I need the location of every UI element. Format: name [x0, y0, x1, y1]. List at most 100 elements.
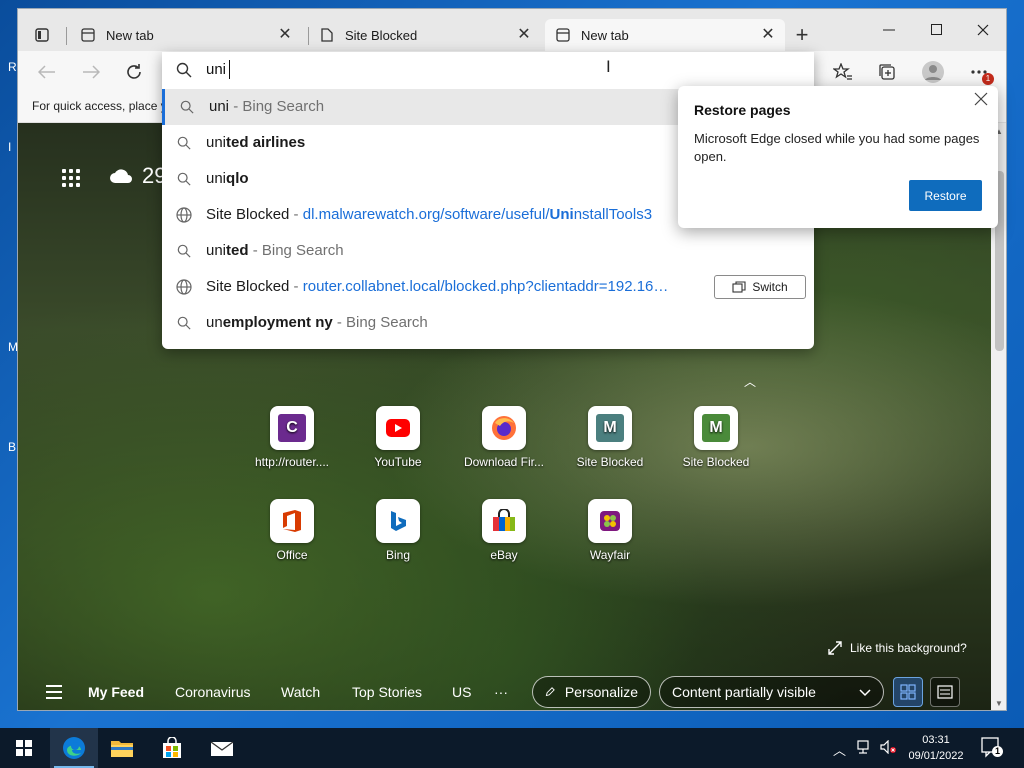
feed-tab-us[interactable]: US: [452, 684, 471, 700]
restore-button[interactable]: Restore: [909, 180, 982, 211]
taskbar-file-explorer[interactable]: [98, 728, 146, 768]
profile-button[interactable]: [918, 57, 948, 87]
show-hidden-icons-chevron-up-icon[interactable]: ︿: [833, 740, 846, 759]
new-tab-page-icon: [555, 27, 571, 43]
list-layout-button[interactable]: [930, 677, 960, 707]
tile-label: Wayfair: [589, 548, 631, 562]
grid-layout-button[interactable]: [893, 677, 923, 707]
close-tab-icon[interactable]: ✕: [276, 26, 294, 44]
quick-link-site-blocked-2[interactable]: M Site Blocked: [666, 406, 766, 469]
chevron-down-icon: [859, 689, 871, 697]
taskbar-clock[interactable]: 03:31 09/01/2022: [898, 732, 974, 764]
suggestion-site-blocked-router[interactable]: Site Blocked - router.collabnet.local/bl…: [162, 269, 814, 305]
suggestion-title: Site Blocked: [206, 206, 290, 223]
suggestion-separator: -: [289, 278, 303, 295]
apps-launcher-icon[interactable]: [62, 169, 80, 187]
minimize-button[interactable]: [866, 15, 912, 45]
personalize-button[interactable]: Personalize: [532, 676, 651, 708]
quick-link-wayfair[interactable]: Wayfair: [560, 499, 660, 562]
suggestion-text: uni: [209, 98, 230, 115]
volume-muted-icon[interactable]: [880, 739, 898, 757]
search-icon: [176, 243, 192, 259]
quick-link-office[interactable]: Office: [242, 499, 342, 562]
tab-new-tab-active[interactable]: New tab ✕: [545, 19, 785, 51]
quick-link-ebay[interactable]: eBay: [454, 499, 554, 562]
globe-icon: [176, 279, 192, 295]
feed-tab-coronavirus[interactable]: Coronavirus: [175, 684, 250, 700]
content-visibility-dropdown[interactable]: Content partially visible: [659, 676, 884, 708]
start-button[interactable]: [0, 728, 48, 768]
feed-navigation-bar: My Feed Coronavirus Watch Top Stories US…: [18, 670, 991, 710]
tab-site-blocked[interactable]: Site Blocked ✕: [309, 19, 541, 51]
notification-count: 1: [992, 746, 1003, 757]
restore-dialog-message: Microsoft Edge closed while you had some…: [694, 131, 980, 164]
quick-link-router[interactable]: C http://router....: [242, 406, 342, 469]
refresh-button[interactable]: [119, 57, 149, 87]
quick-link-youtube[interactable]: YouTube: [348, 406, 448, 469]
switch-to-tab-button[interactable]: Switch: [714, 275, 806, 299]
suggestion-unemployment-ny[interactable]: unemployment ny - Bing Search: [162, 305, 814, 341]
like-background-link[interactable]: Like this background?: [828, 641, 967, 655]
maximize-button[interactable]: [914, 15, 960, 45]
suggestion-united-bing-search[interactable]: united - Bing Search: [162, 233, 814, 269]
tab-label: New tab: [106, 27, 154, 43]
forward-button[interactable]: [76, 57, 106, 87]
search-icon: [176, 171, 192, 187]
desktop-icon-fragment[interactable]: R: [8, 60, 17, 74]
collapse-chevron-up-icon[interactable]: ︿: [744, 373, 756, 390]
tile-label: Bing: [385, 548, 411, 562]
tab-new-tab-1[interactable]: New tab ✕: [70, 19, 302, 51]
action-center-button[interactable]: 1: [980, 736, 1003, 761]
scroll-down-icon[interactable]: ▼: [995, 699, 1003, 708]
windows-taskbar: ︿ 03:31 09/01/2022 1: [0, 728, 1024, 768]
weather-widget[interactable]: 29: [108, 163, 166, 189]
close-tab-icon[interactable]: ✕: [515, 26, 533, 44]
youtube-icon: [376, 406, 420, 450]
forward-arrow-icon: [83, 65, 100, 79]
feed-tab-my-feed[interactable]: My Feed: [88, 684, 144, 700]
list-view-icon: [937, 685, 953, 699]
folder-icon: [111, 741, 133, 757]
favorites-button[interactable]: [828, 57, 858, 87]
tile-label: Site Blocked: [682, 455, 750, 469]
windows-logo-icon: [16, 740, 32, 756]
address-bar-input[interactable]: uni: [162, 52, 814, 88]
tab-label: New tab: [581, 27, 629, 43]
hamburger-menu-icon[interactable]: [46, 685, 62, 703]
tab-actions-icon: [35, 28, 49, 42]
settings-menu-button[interactable]: 1: [964, 57, 994, 87]
search-icon: [176, 315, 192, 331]
m-icon: M: [588, 406, 632, 450]
suggestion-url-match: Uni: [549, 206, 574, 223]
close-tab-icon[interactable]: ✕: [759, 26, 777, 44]
address-bar-text: uni: [206, 61, 227, 78]
maximize-icon: [931, 24, 942, 35]
close-icon[interactable]: [974, 92, 988, 111]
feed-tab-watch[interactable]: Watch: [281, 684, 320, 700]
restore-dialog-title: Restore pages: [694, 102, 791, 118]
desktop-icon-fragment[interactable]: B: [8, 440, 16, 454]
quick-link-firefox[interactable]: Download Fir...: [454, 406, 554, 469]
quick-link-site-blocked-1[interactable]: M Site Blocked: [560, 406, 660, 469]
taskbar-edge[interactable]: [50, 728, 98, 768]
taskbar-store[interactable]: [148, 728, 196, 768]
tab-actions-button[interactable]: [28, 23, 56, 47]
feed-more-icon[interactable]: ···: [494, 684, 508, 700]
clock-time: 03:31: [922, 734, 950, 746]
suggestion-suffix: - Bing Search: [332, 314, 428, 331]
feed-tab-top-stories[interactable]: Top Stories: [352, 684, 422, 700]
taskbar-mail[interactable]: [198, 728, 246, 768]
suggestion-completion: ted: [226, 242, 249, 259]
suggestion-text: uni: [206, 170, 227, 187]
network-icon[interactable]: [857, 740, 873, 757]
star-list-icon: [833, 63, 852, 80]
suggestion-separator: -: [289, 206, 303, 223]
desktop-icon-fragment[interactable]: I: [8, 140, 11, 154]
new-tab-button[interactable]: +: [788, 23, 816, 49]
tile-label: eBay: [490, 548, 518, 562]
close-window-button[interactable]: [960, 15, 1006, 45]
back-button[interactable]: [32, 57, 62, 87]
collections-button[interactable]: [872, 57, 902, 87]
like-background-text: Like this background?: [850, 641, 967, 655]
quick-link-bing[interactable]: Bing: [348, 499, 448, 562]
